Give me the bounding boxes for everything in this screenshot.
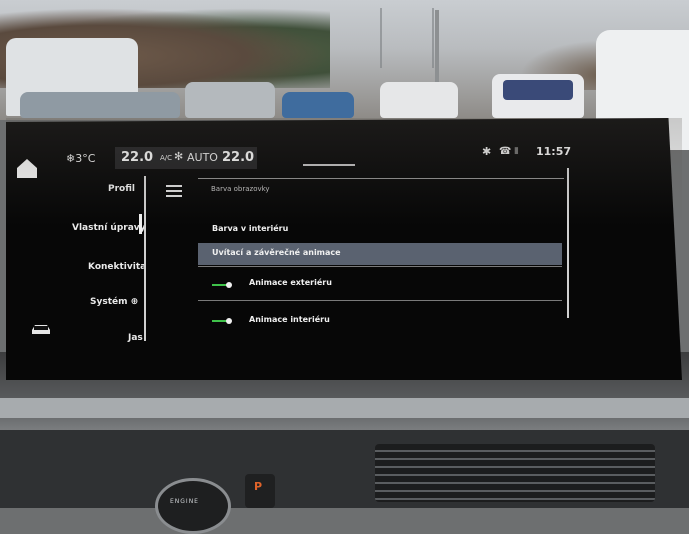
toggle-animace-exterieru[interactable]	[212, 282, 236, 288]
parked-car-windshield	[503, 80, 573, 100]
phone-icon: ☎	[499, 146, 512, 157]
parked-car	[20, 92, 180, 118]
row-divider	[198, 266, 562, 267]
list-item-animace-exterieru[interactable]: Animace exteriéru	[198, 273, 562, 295]
engine-start-button[interactable]	[155, 478, 231, 534]
active-indicator	[139, 214, 142, 234]
list-item-label: Uvítací a závěrečné animace	[212, 248, 341, 257]
light-pole	[435, 10, 439, 90]
sidebar-item-system[interactable]: Systém ⊕	[90, 297, 138, 307]
outside-temperature: ❄3°C	[66, 152, 96, 165]
section-title: Barva obrazovky	[211, 185, 270, 193]
air-vent	[375, 444, 655, 502]
toggle-thumb	[226, 282, 232, 288]
clock: 11:57	[536, 145, 572, 158]
sidebar-item-jas[interactable]: Jas	[128, 333, 143, 343]
driver-temperature[interactable]: 22.0	[121, 150, 153, 165]
menu-icon[interactable]	[166, 185, 182, 197]
list-item-label: Animace exteriéru	[249, 278, 332, 287]
sidebar-divider	[144, 176, 146, 341]
engine-start-label: ENGINE	[170, 498, 199, 505]
parked-car	[380, 82, 458, 118]
home-icon[interactable]	[14, 155, 40, 181]
passenger-temperature[interactable]: 22.0	[222, 150, 254, 165]
ac-label[interactable]: A/C	[160, 154, 172, 162]
auto-label[interactable]: AUTO	[187, 151, 218, 164]
signal-icon: ▮	[514, 146, 519, 156]
parked-car	[185, 82, 275, 118]
sidebar-item-konektivita[interactable]: Konektivita	[88, 262, 146, 272]
list-item-animace-interieru[interactable]: Animace interiéru	[198, 310, 562, 332]
bluetooth-icon: ✱	[482, 145, 492, 158]
row-divider	[198, 300, 562, 301]
list-item-barva-v-interieru[interactable]: Barva v interiéru	[198, 219, 562, 241]
toggle-thumb	[226, 318, 232, 324]
list-item-label: Barva v interiéru	[212, 224, 289, 233]
drag-handle[interactable]	[303, 164, 355, 166]
section-divider	[198, 178, 564, 179]
power-pylon	[380, 8, 434, 68]
sidebar-item-profil[interactable]: Profil	[108, 184, 135, 194]
scrollbar[interactable]	[567, 168, 569, 318]
parked-car	[282, 92, 354, 118]
list-item-label: Animace interiéru	[249, 315, 330, 324]
list-item-uvitaci-animace[interactable]: Uvítací a závěrečné animace	[198, 243, 562, 265]
dashboard-trim	[0, 398, 689, 418]
park-button-label: P	[254, 480, 263, 493]
fan-icon[interactable]: ✻	[174, 150, 183, 163]
car-icon[interactable]	[30, 322, 52, 336]
sidebar-item-vlastni-upravy[interactable]: Vlastní úpravy	[72, 223, 146, 233]
toggle-animace-interieru[interactable]	[212, 318, 236, 324]
